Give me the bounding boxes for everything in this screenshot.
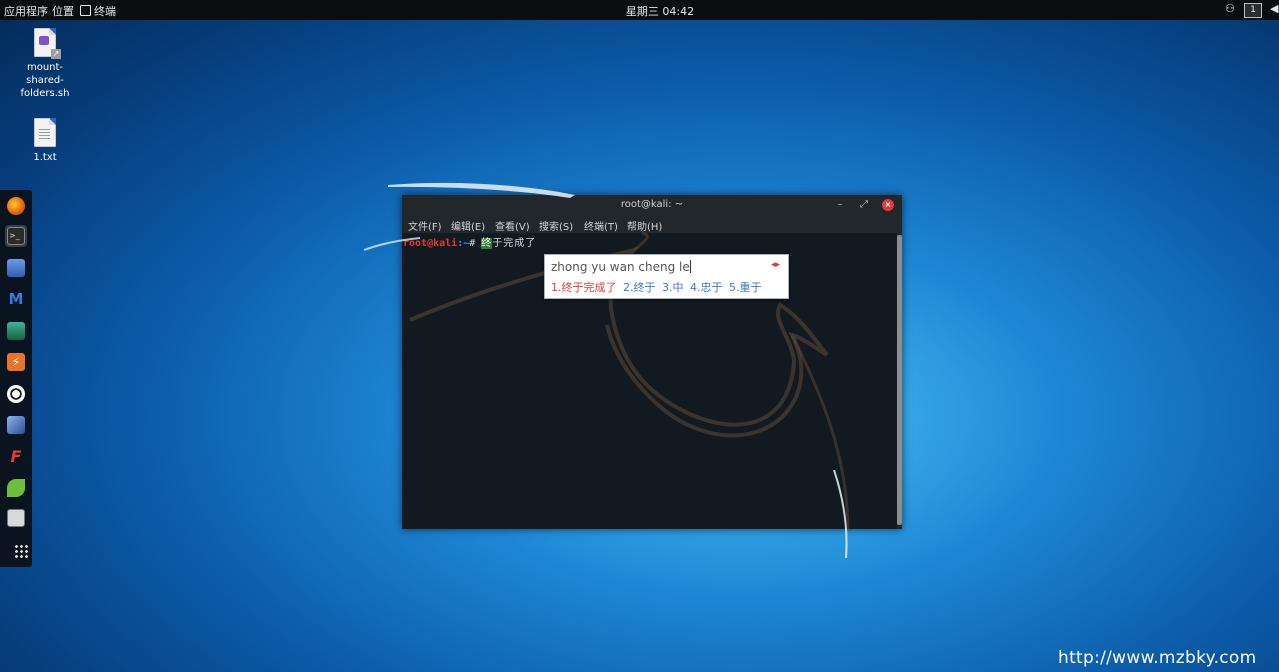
ime-preedit-text: zhong yu wan cheng le — [551, 260, 690, 274]
workspace-indicator[interactable]: 1 — [1244, 3, 1262, 18]
terminal-app-menu[interactable]: 终端 — [80, 3, 116, 19]
kali-swoosh — [363, 182, 575, 251]
maximize-button[interactable]: ⤢ — [858, 199, 870, 211]
terminal-scrollbar[interactable] — [897, 233, 902, 529]
desktop-icon-mount-shared-folders[interactable]: ↗ mount- shared- folders.sh — [10, 28, 80, 100]
ime-candidate-2[interactable]: 2.终于 — [623, 281, 656, 294]
dock-item-metasploit[interactable]: M — [5, 288, 27, 310]
menu-help[interactable]: 帮助(H) — [627, 218, 662, 233]
metasploit-icon: M — [8, 290, 24, 308]
firefox-icon — [7, 197, 25, 215]
volume-icon[interactable]: ◀ — [1270, 2, 1278, 15]
ime-page-arrows-icon[interactable]: ◂▸ — [771, 260, 780, 270]
terminal-app-label: 终端 — [94, 5, 116, 18]
candidate-index: 2. — [623, 281, 634, 294]
candidate-index: 1. — [551, 281, 562, 294]
dock: >_ M ⚡ F — [0, 190, 32, 567]
show-applications-button[interactable] — [5, 538, 28, 560]
clock[interactable]: 星期三 04:42 — [620, 3, 700, 19]
kali-tail-swoosh — [833, 470, 848, 559]
desktop-icon-label: mount- — [26, 62, 64, 73]
faraday-icon: F — [10, 447, 22, 466]
scrollbar-thumb[interactable] — [897, 235, 902, 525]
dock-item-beef[interactable] — [5, 414, 27, 436]
ime-candidate-window[interactable]: zhong yu wan cheng le ◂▸ 1.终于完成了 2.终于 3.… — [544, 254, 789, 299]
candidate-text: 重于 — [739, 281, 762, 294]
notes-icon — [7, 259, 25, 277]
text-file-icon — [34, 118, 56, 147]
applications-menu[interactable]: 应用程序 — [4, 3, 48, 19]
dock-item-faraday[interactable]: F — [5, 446, 27, 468]
script-file-icon: ↗ — [34, 28, 61, 59]
dock-item-firefox[interactable] — [5, 195, 27, 217]
close-button[interactable]: × — [882, 199, 894, 211]
candidate-index: 4. — [690, 281, 701, 294]
ime-candidate-3[interactable]: 3.中 — [662, 281, 684, 294]
minimize-button[interactable]: – — [834, 199, 846, 211]
terminal-icon — [80, 5, 91, 16]
leaf-icon — [7, 479, 25, 497]
dock-item-cherrytree[interactable] — [5, 507, 27, 529]
desktop-icon-label: folders.sh — [20, 88, 70, 99]
candidate-text: 终于完成了 — [561, 281, 617, 294]
burpsuite-icon: ⚡ — [7, 353, 25, 371]
desktop-icon-label: 1.txt — [33, 152, 57, 163]
candidate-text: 忠于 — [700, 281, 723, 294]
ime-preedit: zhong yu wan cheng le — [551, 260, 691, 274]
ime-candidate-4[interactable]: 4.忠于 — [690, 281, 723, 294]
ime-candidate-1[interactable]: 1.终于完成了 — [551, 281, 617, 294]
beef-icon — [7, 416, 25, 434]
desktop-icon-1-txt[interactable]: 1.txt — [10, 118, 80, 164]
ime-caret — [689, 260, 691, 273]
armitage-icon — [7, 322, 25, 340]
dock-item-maltego[interactable] — [5, 383, 27, 405]
watermark-url: http://www.mzbky.com — [1058, 648, 1257, 668]
candidate-index: 3. — [662, 281, 673, 294]
dock-item-notes[interactable] — [5, 257, 27, 279]
candidate-text: 终于 — [633, 281, 656, 294]
apps-grid-icon — [14, 544, 28, 558]
ime-candidate-list: 1.终于完成了 2.终于 3.中 4.忠于 5.重于 — [551, 279, 765, 295]
terminal-icon: >_ — [7, 227, 25, 245]
terminal-title: root@kali: ~ — [620, 199, 684, 210]
maltego-icon — [7, 385, 25, 403]
dock-item-terminal[interactable]: >_ — [5, 225, 27, 247]
dock-item-armitage[interactable] — [5, 320, 27, 342]
candidate-text: 中 — [672, 281, 684, 294]
places-menu[interactable]: 位置 — [52, 3, 74, 19]
network-icon[interactable]: ⚇ — [1225, 2, 1235, 15]
top-panel: 应用程序 位置 终端 星期三 04:42 ⚇ 1 ◀ — [0, 0, 1279, 20]
ime-candidate-5[interactable]: 5.重于 — [729, 281, 762, 294]
candidate-index: 5. — [729, 281, 740, 294]
dock-item-leafpad[interactable] — [5, 477, 27, 499]
cherrytree-icon — [7, 509, 25, 527]
desktop-icon-label: shared- — [26, 75, 64, 86]
dock-item-burpsuite[interactable]: ⚡ — [5, 351, 27, 373]
